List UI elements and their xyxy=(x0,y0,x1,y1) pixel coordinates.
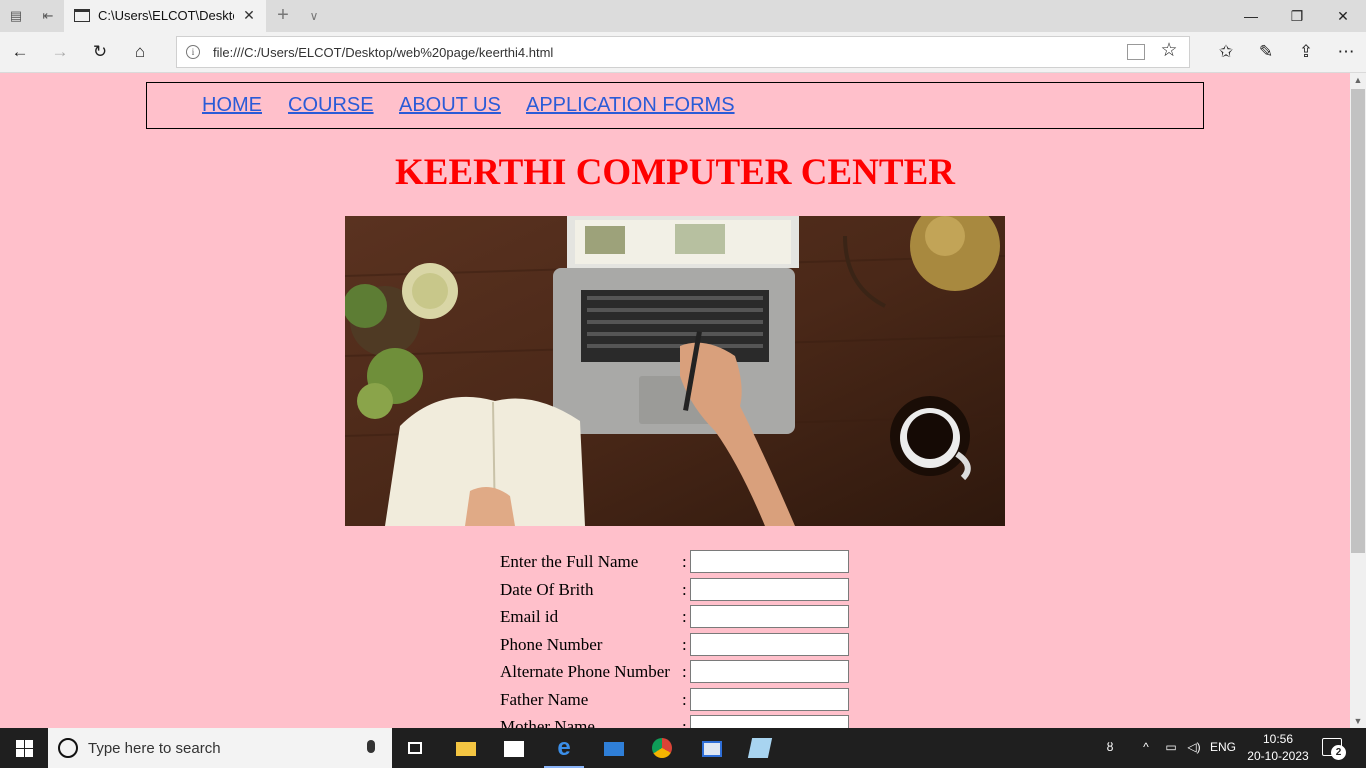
full-name-input[interactable] xyxy=(690,550,849,573)
alternate-phone-colon: : xyxy=(682,662,687,681)
full-name-label: Enter the Full Name xyxy=(500,552,639,571)
mother-name-colon: : xyxy=(682,717,687,728)
minimize-icon[interactable]: — xyxy=(1228,0,1274,32)
favorites-hub-icon[interactable]: ✩ xyxy=(1214,41,1238,63)
date-of-birth-colon: : xyxy=(682,580,687,599)
alternate-phone-input[interactable] xyxy=(690,660,849,683)
more-icon[interactable]: ⋯ xyxy=(1334,41,1358,63)
nav-link-home[interactable]: HOME xyxy=(202,94,262,117)
date-of-birth-input[interactable] xyxy=(690,578,849,601)
taskbar-search-box[interactable]: Type here to search xyxy=(48,728,392,768)
browser-toolbar: ← → ↻ ⌂ i file:///C:/Users/ELCOT/Desktop… xyxy=(0,32,1366,73)
nav-link-course[interactable]: COURSE xyxy=(288,94,374,117)
file-explorer-icon[interactable] xyxy=(442,728,490,768)
clock-time: 10:56 xyxy=(1262,732,1294,746)
pen-icon[interactable]: ✎ xyxy=(1254,41,1278,63)
notepad-icon[interactable] xyxy=(736,728,784,768)
mother-name-input[interactable] xyxy=(690,715,849,728)
father-name-label: Father Name xyxy=(500,690,589,709)
refresh-icon[interactable]: ↻ xyxy=(88,41,112,63)
tabs-aside-icon[interactable]: ▤ xyxy=(8,8,24,24)
browser-tab-bar: ▤ ⇤ C:\Users\ELCOT\Desktop ✕ + ∨ — ❐ ✕ xyxy=(0,0,1366,32)
edge-browser-icon[interactable]: e xyxy=(540,728,588,768)
forward-icon[interactable]: → xyxy=(48,41,72,63)
document-app-icon[interactable] xyxy=(688,728,736,768)
page-icon xyxy=(74,9,90,22)
restore-icon[interactable]: ❐ xyxy=(1274,0,1320,32)
tab-preview-chevron-icon[interactable]: ∨ xyxy=(305,7,323,25)
notification-count-badge: 2 xyxy=(1331,745,1346,760)
battery-icon[interactable]: ▭ xyxy=(1162,740,1180,768)
email-colon: : xyxy=(682,607,687,626)
phone-label: Phone Number xyxy=(500,635,603,654)
father-name-input[interactable] xyxy=(690,688,849,711)
alternate-phone-label: Alternate Phone Number xyxy=(500,662,670,681)
close-window-icon[interactable]: ✕ xyxy=(1320,0,1366,32)
store-icon[interactable] xyxy=(490,728,538,768)
home-icon[interactable]: ⌂ xyxy=(128,41,152,63)
site-navigation: HOME COURSE ABOUT US APPLICATION FORMS xyxy=(146,82,1204,129)
chrome-icon[interactable] xyxy=(638,728,686,768)
search-placeholder: Type here to search xyxy=(88,740,221,757)
back-icon[interactable]: ← xyxy=(8,41,32,63)
phone-colon: : xyxy=(682,635,687,654)
phone-input[interactable] xyxy=(690,633,849,656)
taskbar-clock[interactable]: 10:56 20-10-2023 xyxy=(1242,731,1314,765)
task-view-icon[interactable] xyxy=(392,728,440,768)
email-label: Email id xyxy=(500,607,559,626)
address-url[interactable]: file:///C:/Users/ELCOT/Desktop/web%20pag… xyxy=(213,45,553,60)
nav-link-about-us[interactable]: ABOUT US xyxy=(399,94,501,117)
new-tab-icon[interactable]: + xyxy=(274,5,292,25)
full-name-colon: : xyxy=(682,552,687,571)
scroll-up-icon[interactable]: ▲ xyxy=(1350,73,1366,87)
volume-icon[interactable]: ◁) xyxy=(1184,740,1204,768)
date-of-birth-label: Date Of Brith xyxy=(500,580,594,599)
clock-date: 20-10-2023 xyxy=(1247,749,1309,763)
info-icon[interactable]: i xyxy=(186,45,200,59)
reading-view-icon[interactable] xyxy=(1127,44,1145,60)
microphone-icon[interactable] xyxy=(367,740,375,753)
mother-name-label: Mother Name xyxy=(500,717,595,728)
language-indicator[interactable]: ENG xyxy=(1208,740,1238,768)
windows-start-icon[interactable] xyxy=(0,728,48,768)
hero-image xyxy=(345,216,1005,526)
share-icon[interactable]: ⇪ xyxy=(1294,41,1318,63)
scroll-thumb[interactable] xyxy=(1351,89,1365,553)
email-input[interactable] xyxy=(690,605,849,628)
page-title: KEERTHI COMPUTER CENTER xyxy=(395,152,955,193)
address-bar[interactable]: i file:///C:/Users/ELCOT/Desktop/web%20p… xyxy=(176,36,1190,68)
restore-tabs-icon[interactable]: ⇤ xyxy=(40,8,56,24)
taskbar: Type here to search e ȣ ^ ▭ ◁) ENG 10:56… xyxy=(0,728,1366,768)
close-tab-icon[interactable]: ✕ xyxy=(240,6,258,24)
favorite-star-icon[interactable]: ☆ xyxy=(1159,41,1179,61)
show-hidden-icons-chevron[interactable]: ^ xyxy=(1138,740,1154,768)
page-viewport: HOME COURSE ABOUT US APPLICATION FORMS K… xyxy=(0,73,1350,728)
people-icon[interactable]: ȣ xyxy=(1100,740,1120,768)
tab-title: C:\Users\ELCOT\Desktop xyxy=(98,8,234,23)
cortana-icon xyxy=(58,738,78,758)
vertical-scrollbar[interactable]: ▲ ▼ xyxy=(1350,73,1366,728)
father-name-colon: : xyxy=(682,690,687,709)
mail-icon[interactable] xyxy=(590,728,638,768)
nav-link-application-forms[interactable]: APPLICATION FORMS xyxy=(526,94,735,117)
scroll-down-icon[interactable]: ▼ xyxy=(1350,714,1366,728)
browser-tab[interactable]: C:\Users\ELCOT\Desktop ✕ xyxy=(64,0,266,32)
